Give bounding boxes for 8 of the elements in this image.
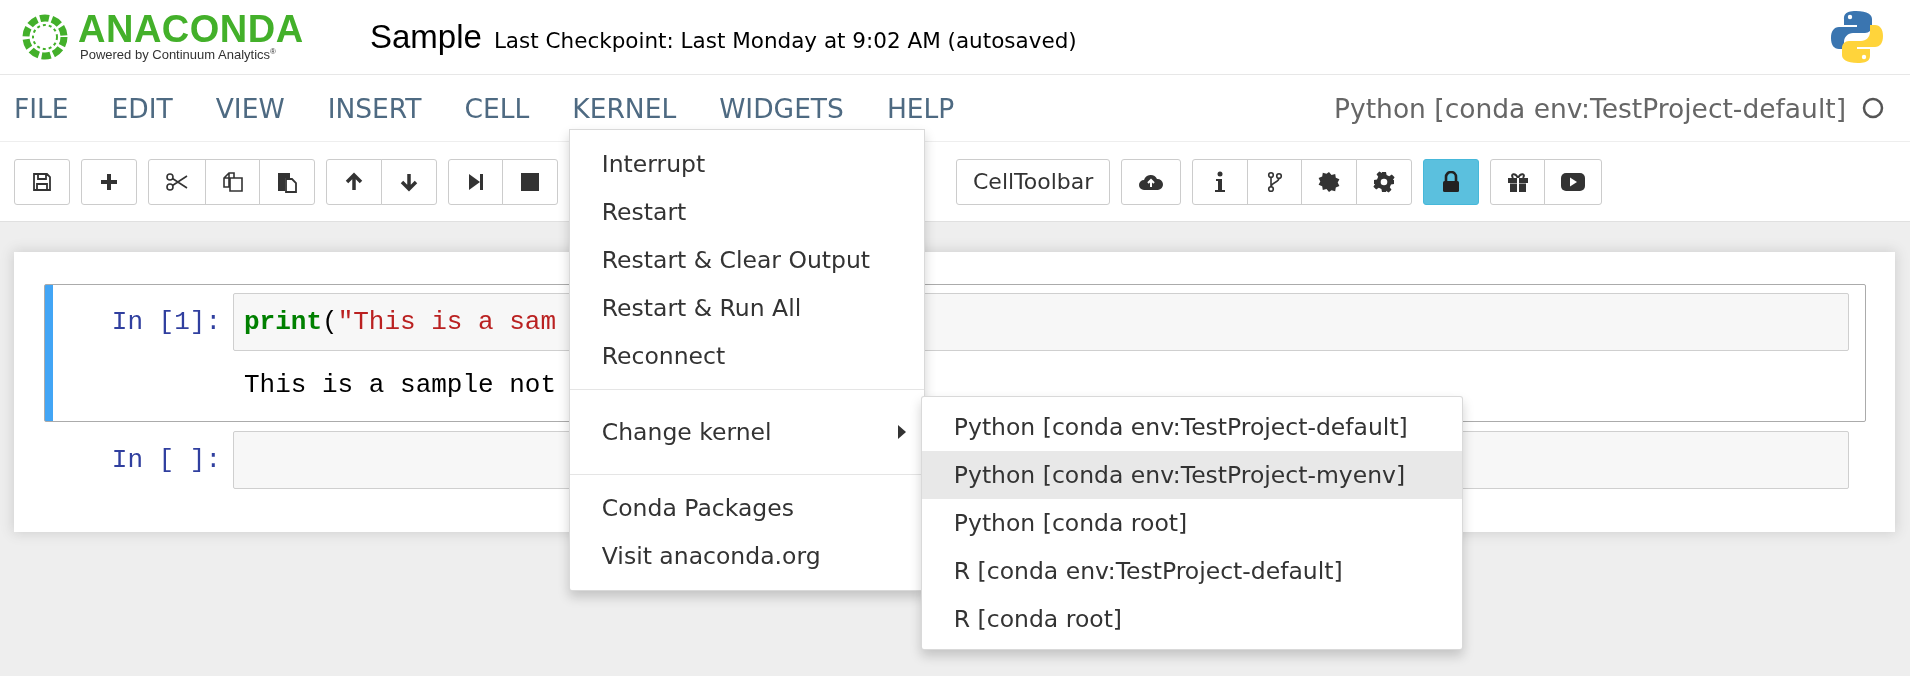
logo-tagline: Powered by Continuum Analytics$^{®}$ xyxy=(80,47,277,63)
logo-wordmark: ANACONDA xyxy=(78,11,304,48)
input-prompt: In [ ]: xyxy=(110,444,222,477)
kernel-name: Python [conda env:TestProject-default] xyxy=(1334,92,1846,124)
checkpoint-status: Last Checkpoint: Last Monday at 9:02 AM (autosaved) xyxy=(493,27,1077,53)
cell-output: This is a sample not xyxy=(244,369,557,402)
code-line: print("This is a sam xyxy=(244,307,557,337)
input-prompt: In [1]: xyxy=(110,306,222,339)
